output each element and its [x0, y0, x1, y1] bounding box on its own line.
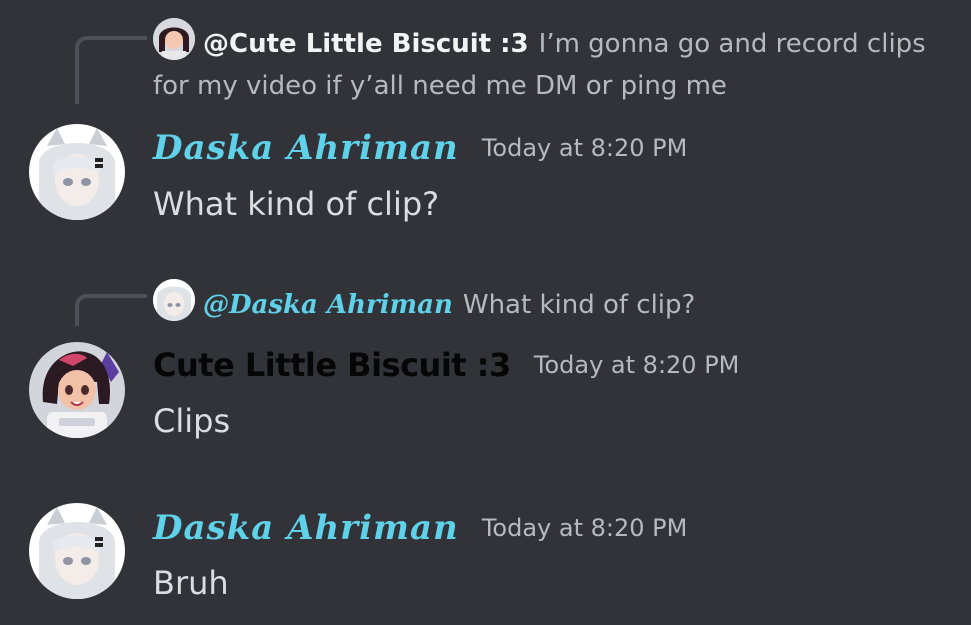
message-content: What kind of clip?: [153, 185, 440, 223]
avatar[interactable]: [153, 279, 195, 321]
timestamp: Today at 8:20 PM: [481, 514, 688, 542]
reply-text: What kind of clip?: [462, 290, 696, 320]
message-header: Daska Ahriman Today at 8:20 PM: [153, 126, 687, 170]
author-name[interactable]: Daska Ahriman: [153, 508, 459, 548]
avatar[interactable]: [29, 503, 125, 599]
reply-preview[interactable]: @Cute Little Biscuit :3 I’m gonna go and …: [153, 18, 961, 107]
message-header: Daska Ahriman Today at 8:20 PM: [153, 506, 687, 550]
message-content: Bruh: [153, 564, 229, 602]
message-content: Clips: [153, 402, 231, 440]
reply-connector-line: [75, 294, 147, 326]
reply-author-name[interactable]: @Cute Little Biscuit :3: [203, 29, 529, 59]
message-header: Cute Little Biscuit :3 Today at 8:20 PM: [153, 343, 739, 387]
avatar[interactable]: [29, 124, 125, 220]
author-name[interactable]: Cute Little Biscuit :3: [153, 346, 511, 384]
author-name[interactable]: Daska Ahriman: [153, 128, 459, 168]
reply-preview[interactable]: @Daska Ahriman What kind of clip?: [153, 279, 961, 326]
reply-connector-line: [75, 36, 147, 104]
avatar[interactable]: [153, 18, 195, 60]
timestamp: Today at 8:20 PM: [481, 134, 688, 162]
avatar[interactable]: [29, 342, 125, 438]
reply-author-name[interactable]: @Daska Ahriman: [203, 290, 453, 320]
timestamp: Today at 8:20 PM: [533, 351, 740, 379]
